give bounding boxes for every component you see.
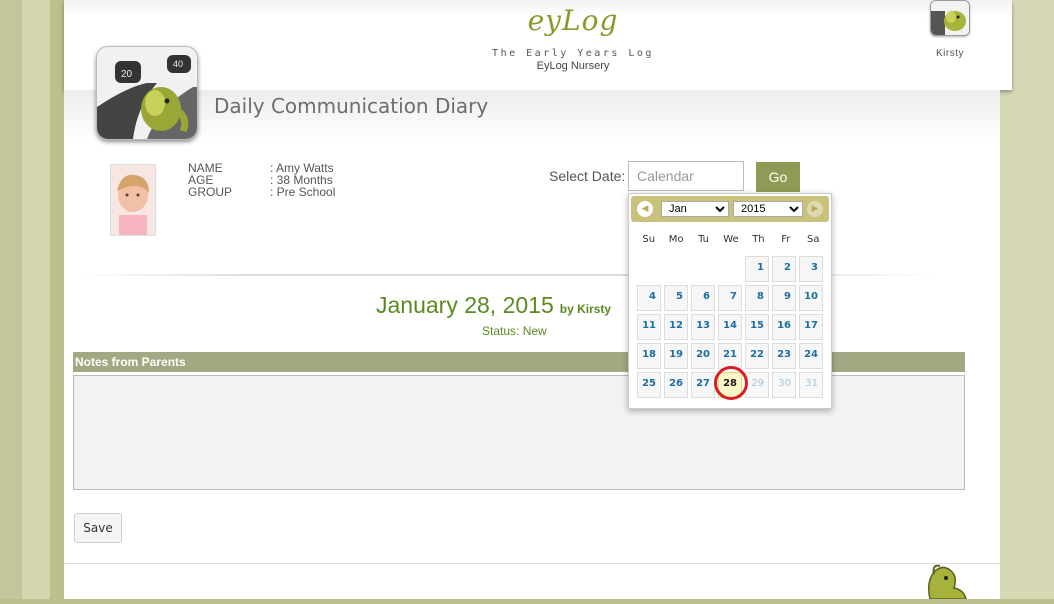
day-of-week-label: Th	[752, 234, 765, 245]
chevron-right-icon: ▶	[811, 204, 819, 214]
day-cell[interactable]: 9	[772, 285, 796, 311]
day-cell[interactable]: 14	[718, 314, 742, 340]
day-of-week-label: We	[723, 234, 739, 245]
day-of-week-label: Su	[642, 234, 656, 245]
day-cell[interactable]: 24	[799, 343, 823, 369]
road-elephant-icon: 20 40	[97, 47, 197, 139]
day-cell[interactable]: 19	[664, 343, 688, 369]
day-cell[interactable]: 11	[637, 314, 661, 340]
day-of-week-label: Mo	[668, 234, 684, 245]
day-cell[interactable]: 4	[637, 285, 661, 311]
empty-day-cell	[664, 256, 688, 282]
nursery-name: EyLog Nursery	[536, 60, 610, 72]
calendar-input[interactable]	[628, 161, 744, 191]
empty-day-cell	[637, 256, 661, 282]
day-cell[interactable]: 1	[745, 256, 769, 282]
logo-text: eyLog	[527, 4, 619, 37]
day-of-week-label: Tu	[698, 234, 710, 245]
day-of-week-label: Sa	[807, 234, 820, 245]
day-cell[interactable]: 27	[691, 372, 715, 398]
empty-day-cell	[691, 256, 715, 282]
app-icon[interactable]: 20 40	[96, 46, 198, 140]
day-cell[interactable]: 20	[691, 343, 715, 369]
go-button[interactable]: Go	[756, 162, 800, 192]
title-strip	[64, 90, 1000, 140]
day-cell[interactable]: 10	[799, 285, 823, 311]
group-label: GROUP	[188, 185, 233, 199]
eylog-logo[interactable]: eyLog The Early Years Log EyLog Nursery	[458, 0, 688, 80]
empty-day-cell	[718, 256, 742, 282]
day-cell[interactable]: 5	[664, 285, 688, 311]
user-menu[interactable]: Kirsty	[922, 0, 978, 64]
child-avatar	[111, 165, 155, 235]
day-cell[interactable]: 8	[745, 285, 769, 311]
entry-author: by Kirsty	[559, 302, 612, 316]
child-group-row: GROUP : Pre School	[188, 186, 335, 198]
group-value: : Pre School	[270, 185, 336, 199]
logo-tagline: The Early Years Log	[492, 48, 654, 59]
footer-elephant-logo	[920, 562, 970, 600]
elephant-icon	[931, 1, 969, 35]
datepicker-header: ◀ Jan 2015 ▶	[631, 196, 829, 222]
day-cell[interactable]: 3	[799, 256, 823, 282]
day-cell[interactable]: 2	[772, 256, 796, 282]
year-select[interactable]: 2015	[733, 201, 803, 217]
day-cell[interactable]: 15	[745, 314, 769, 340]
day-cell[interactable]: 13	[691, 314, 715, 340]
day-cell: 29	[745, 372, 769, 398]
footer-divider	[64, 563, 1000, 564]
day-cell[interactable]: 26	[664, 372, 688, 398]
day-cell: 31	[799, 372, 823, 398]
save-button[interactable]: Save	[74, 513, 122, 543]
svg-text:40: 40	[173, 59, 183, 69]
day-cell[interactable]: 16	[772, 314, 796, 340]
day-cell[interactable]: 12	[664, 314, 688, 340]
entry-status: Status: New	[482, 324, 547, 338]
select-date-label: Select Date:	[549, 168, 626, 184]
page-title: Daily Communication Diary	[214, 94, 489, 118]
next-month-button[interactable]: ▶	[807, 201, 823, 217]
day-cell[interactable]: 6	[691, 285, 715, 311]
day-cell: 30	[772, 372, 796, 398]
entry-date: January 28, 2015	[376, 292, 554, 318]
child-info: NAME : Amy Watts AGE : 38 Months GROUP :…	[188, 162, 335, 198]
day-cell[interactable]: 17	[799, 314, 823, 340]
day-cell[interactable]: 22	[745, 343, 769, 369]
prev-month-button[interactable]: ◀	[637, 201, 653, 217]
day-cell[interactable]: 7	[718, 285, 742, 311]
page-background-left-inner	[22, 0, 50, 599]
month-select[interactable]: Jan	[661, 201, 729, 217]
day-of-week-label: Fr	[781, 234, 791, 245]
child-photo	[110, 164, 156, 236]
day-cell[interactable]: 23	[772, 343, 796, 369]
svg-text:20: 20	[121, 69, 133, 80]
elephant-icon	[927, 564, 967, 600]
chevron-left-icon: ◀	[641, 204, 649, 214]
entry-date-heading: January 28, 2015 by Kirsty	[376, 292, 611, 319]
selected-day-highlight	[714, 366, 748, 400]
user-name: Kirsty	[936, 48, 964, 59]
day-cell[interactable]: 18	[637, 343, 661, 369]
user-avatar	[930, 0, 970, 36]
day-cell[interactable]: 25	[637, 372, 661, 398]
days-of-week-row: Su Mo Tu We Th Fr Sa	[635, 234, 827, 245]
top-header: eyLog The Early Years Log EyLog Nursery …	[64, 0, 1012, 90]
